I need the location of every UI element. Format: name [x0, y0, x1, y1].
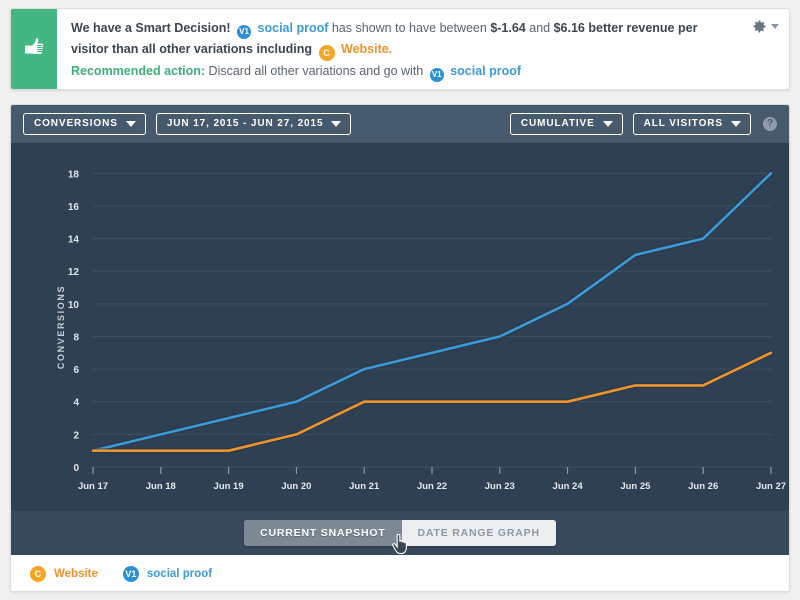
recommended-action-text: Discard all other variations and go with — [208, 64, 424, 78]
chart-legend: C Website V1 social proof — [11, 555, 789, 591]
y-tick-label: 2 — [73, 430, 79, 441]
chevron-down-icon[interactable] — [771, 24, 779, 29]
series-shadow-social-proof — [90, 170, 774, 454]
legend-item-website[interactable]: C Website — [27, 566, 98, 582]
series-line-social-proof[interactable] — [91, 171, 773, 453]
x-tick-label: Jun 24 — [553, 481, 584, 492]
banner-text-visitor-than: visitor than all other variations includ… — [71, 42, 313, 56]
variation-link-social-proof[interactable]: social proof — [258, 21, 329, 35]
y-tick-label: 10 — [68, 300, 80, 311]
banner-line-3: Recommended action: Discard all other va… — [71, 61, 745, 82]
variation-badge-c: C — [318, 45, 335, 61]
cumulative-selector-button[interactable]: CUMULATIVE — [509, 113, 623, 135]
legend-item-social-proof[interactable]: V1 social proof — [120, 566, 212, 582]
metric-selector-button[interactable]: CONVERSIONS — [23, 113, 146, 135]
cumulative-label: CUMULATIVE — [520, 118, 595, 129]
legend-label: social proof — [146, 568, 213, 580]
help-icon[interactable]: ? — [763, 117, 777, 131]
y-tick-label: 16 — [68, 202, 80, 213]
revenue-low-value: $-1.64 — [490, 21, 526, 35]
chevron-down-icon — [602, 121, 613, 127]
metric-selector-label: CONVERSIONS — [34, 118, 118, 129]
y-tick-label: 18 — [68, 169, 80, 180]
x-tick-label: Jun 27 — [756, 481, 786, 492]
chart-view-toggle: CURRENT SNAPSHOT DATE RANGE GRAPH — [11, 511, 789, 555]
y-tick-label: 12 — [68, 267, 80, 278]
banner-body: We have a Smart Decision! V1 social proo… — [57, 9, 789, 89]
visitors-segment-label: ALL VISITORS — [643, 118, 723, 129]
y-tick-label: 6 — [73, 365, 79, 376]
x-tick-label: Jun 18 — [146, 481, 176, 492]
x-tick-label: Jun 22 — [417, 481, 447, 492]
tab-current-snapshot[interactable]: CURRENT SNAPSHOT — [244, 519, 402, 547]
x-tick-label: Jun 23 — [485, 481, 515, 492]
recommended-action-label: Recommended action: — [71, 64, 206, 78]
recommended-variation-link[interactable]: social proof — [450, 64, 521, 78]
smart-decision-banner: We have a Smart Decision! V1 social proo… — [10, 8, 790, 90]
chevron-down-icon — [731, 121, 741, 127]
conversions-line-chart[interactable]: 0 2 4 6 8 10 12 14 16 18 Jun 17 Jun 18 Jun 19 Jun 20 J… — [11, 143, 789, 511]
banner-line-1: We have a Smart Decision! V1 social proo… — [71, 18, 745, 39]
control-link-website[interactable]: Website. — [341, 42, 392, 56]
y-tick-label: 14 — [68, 235, 80, 246]
y-tick-label: 4 — [73, 398, 79, 409]
recommended-badge-v1: V1 — [429, 68, 444, 82]
chevron-down-icon — [125, 121, 136, 127]
x-tick-label: Jun 26 — [688, 481, 718, 492]
banner-text-better-revenue: better revenue per — [588, 21, 698, 35]
banner-settings-menu[interactable] — [752, 19, 779, 34]
legend-label: Website — [54, 568, 98, 580]
date-range-selector-button[interactable]: JUN 17, 2015 - JUN 27, 2015 — [155, 113, 352, 135]
legend-badge-c: C — [30, 566, 46, 582]
y-tick-label: 8 — [73, 332, 79, 343]
gear-icon[interactable] — [752, 19, 767, 34]
tab-date-range-graph[interactable]: DATE RANGE GRAPH — [401, 519, 556, 547]
revenue-high-value: $6.16 — [553, 21, 585, 35]
segmented-control: CURRENT SNAPSHOT DATE RANGE GRAPH — [244, 519, 556, 547]
banner-line-2: visitor than all other variations includ… — [71, 39, 745, 61]
banner-accent-bar — [11, 9, 57, 89]
y-axis-title: CONVERSIONS — [56, 284, 67, 370]
variation-badge-v1: V1 — [237, 25, 252, 39]
x-tick-label: Jun 25 — [620, 481, 651, 492]
date-range-label: JUN 17, 2015 - JUN 27, 2015 — [166, 118, 324, 129]
chart-plot-area: CONVERSIONS 0 2 4 6 8 10 12 14 16 18 Jun 17 Jun 18 J… — [11, 143, 789, 511]
thumbs-up-icon — [21, 34, 47, 65]
chart-card: CONVERSIONS JUN 17, 2015 - JUN 27, 2015 … — [10, 104, 790, 592]
legend-badge-v1: V1 — [122, 566, 139, 582]
x-tick-label: Jun 19 — [214, 481, 244, 492]
chart-toolbar: CONVERSIONS JUN 17, 2015 - JUN 27, 2015 … — [11, 105, 789, 143]
chevron-down-icon — [331, 121, 342, 127]
visitors-segment-button[interactable]: ALL VISITORS — [632, 113, 751, 135]
banner-text-and: and — [529, 21, 551, 35]
x-tick-label: Jun 17 — [78, 481, 108, 492]
y-tick-label: 0 — [73, 463, 79, 474]
banner-text-has-shown: has shown to have between — [331, 21, 487, 35]
x-tick-label: Jun 20 — [281, 481, 311, 492]
smart-decision-headline: We have a Smart Decision! — [71, 21, 231, 35]
x-tick-label: Jun 21 — [349, 481, 380, 492]
